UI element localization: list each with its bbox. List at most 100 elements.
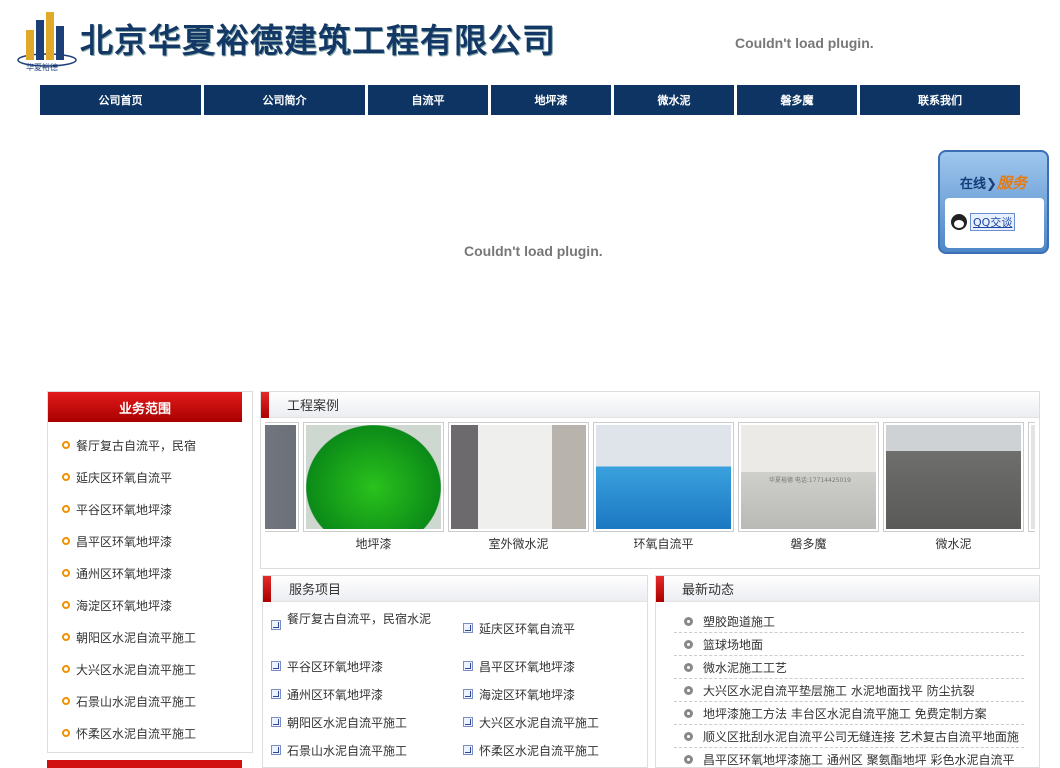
sidebar-item[interactable]: 延庆区环氧自流平 [62,461,252,493]
sidebar-item[interactable]: 海淀区环氧地坪漆 [62,589,252,621]
services-panel: 服务项目 餐厅复古自流平，民宿水泥 延庆区环氧自流平 平谷区环氧地坪漆 昌平区环… [262,575,648,768]
bullet-icon [62,697,70,705]
plugin-error-top: Couldn't load plugin. [735,35,874,51]
case-item[interactable]: 室外微水泥 [448,422,589,552]
service-item[interactable]: 石景山水泥自流平施工 [271,742,407,759]
bullet-icon [684,731,693,741]
bullet-icon [684,754,693,764]
case-caption: 环氧自流平 [633,537,694,551]
online-service-body: QQ交谈 [945,198,1044,248]
service-item[interactable]: 昌平区环氧地坪漆 [463,658,575,675]
plugin-error-banner: Couldn't load plugin. [464,243,603,259]
news-item[interactable]: 大兴区水泥自流平垫层施工 水泥地面找平 防尘抗裂 [674,679,1024,702]
bullet-icon [62,473,70,481]
nav-about[interactable]: 公司简介 [204,85,368,115]
sidebar-item[interactable]: 昌平区环氧地坪漆 [62,525,252,557]
case-image-watermark: 华夏裕德 电话:17714425019 [769,477,851,484]
arrow-icon [271,661,281,671]
logo-text: 华夏裕德 [26,63,58,72]
news-item[interactable]: 微水泥施工工艺 [674,656,1024,679]
case-image [593,422,734,532]
arrow-icon [463,623,473,633]
case-image [883,422,1024,532]
service-item[interactable]: 怀柔区水泥自流平施工 [463,742,599,759]
nav-micro-cement[interactable]: 微水泥 [614,85,737,115]
main-nav: 公司首页 公司简介 自流平 地坪漆 微水泥 磐多魔 联系我们 [40,85,1020,115]
nav-pandomo[interactable]: 磐多魔 [737,85,860,115]
company-name: 北京华夏裕德建筑工程有限公司 [80,21,556,60]
bullet-icon [62,729,70,737]
sidebar-item[interactable]: 平谷区环氧地坪漆 [62,493,252,525]
bullet-icon [62,665,70,673]
bullet-icon [62,633,70,641]
project-cases-panel: 工程案例 地坪漆 室外微水泥 环氧自流平 华夏裕德 电话:17714425019… [260,391,1040,569]
case-image [265,422,299,532]
bullet-icon [62,601,70,609]
sidebar-item[interactable]: 朝阳区水泥自流平施工 [62,621,252,653]
bullet-icon [62,505,70,513]
bullet-icon [684,662,693,672]
sidebar-list: 餐厅复古自流平，民宿 延庆区环氧自流平 平谷区环氧地坪漆 昌平区环氧地坪漆 通州… [48,422,252,749]
service-item[interactable]: 朝阳区水泥自流平施工 [271,714,407,731]
case-caption: 地坪漆 [355,537,392,551]
news-item[interactable]: 篮球场地面 [674,633,1024,656]
bullet-icon [684,616,693,626]
news-item[interactable]: 塑胶跑道施工 [674,610,1024,633]
bullet-icon [684,708,693,718]
sidebar-second-header [47,760,242,768]
latest-news-panel: 最新动态 塑胶跑道施工 篮球场地面 微水泥施工工艺 大兴区水泥自流平垫层施工 水… [655,575,1040,768]
case-item[interactable]: 环氧自流平 [593,422,734,552]
news-item[interactable]: 顺义区批刮水泥自流平公司无缝连接 艺术复古自流平地面施 [674,725,1024,748]
online-service-widget: 在线❯服务 QQ交谈 [938,150,1049,254]
bullet-icon [684,639,693,649]
sidebar-item[interactable]: 石景山水泥自流平施工 [62,685,252,717]
sidebar-item[interactable]: 通州区环氧地坪漆 [62,557,252,589]
nav-self-leveling[interactable]: 自流平 [368,85,491,115]
nav-contact[interactable]: 联系我们 [860,85,1020,115]
case-image [1028,422,1035,532]
nav-home[interactable]: 公司首页 [40,85,204,115]
sidebar-item[interactable]: 怀柔区水泥自流平施工 [62,717,252,749]
arrow-icon [271,689,281,699]
arrow-icon [271,717,281,727]
qq-chat-label: QQ交谈 [970,213,1016,231]
arrow-icon [271,620,281,630]
company-logo[interactable]: 华夏裕德 [16,10,78,74]
news-item[interactable]: 昌平区环氧地坪漆施工 通州区 聚氨酯地坪 彩色水泥自流平 [674,748,1024,768]
arrow-icon [463,661,473,671]
panel-title: 最新动态 [656,575,1039,602]
sidebar-item[interactable]: 餐厅复古自流平，民宿 [62,429,252,461]
qq-chat-button[interactable]: QQ交谈 [951,213,1016,231]
case-caption: 微水泥 [935,537,972,551]
service-item[interactable]: 大兴区水泥自流平施工 [463,714,599,731]
service-item[interactable]: 餐厅复古自流平，民宿水泥 [271,610,431,630]
case-item[interactable] [265,422,299,532]
case-image [448,422,589,532]
panel-title: 工程案例 [261,391,1039,418]
bullet-icon [684,685,693,695]
case-image [303,422,444,532]
case-item[interactable]: 微水泥 [883,422,1024,552]
qq-penguin-icon [951,214,967,230]
online-service-title: 在线❯服务 [960,174,1027,192]
service-item[interactable]: 通州区环氧地坪漆 [271,686,383,703]
bullet-icon [62,537,70,545]
service-item[interactable]: 延庆区环氧自流平 [463,620,575,637]
bullet-icon [62,569,70,577]
case-item[interactable]: 华夏裕德 电话:17714425019 磐多魔 [738,422,879,552]
arrow-icon [271,745,281,755]
case-image: 华夏裕德 电话:17714425019 [738,422,879,532]
service-item[interactable]: 海淀区环氧地坪漆 [463,686,575,703]
nav-floor-paint[interactable]: 地坪漆 [491,85,614,115]
case-item[interactable] [1028,422,1035,532]
case-caption: 磐多魔 [790,537,827,551]
arrow-icon [463,745,473,755]
arrow-icon [463,717,473,727]
service-item[interactable]: 平谷区环氧地坪漆 [271,658,383,675]
sidebar-title: 业务范围 [48,392,242,422]
arrow-icon [463,689,473,699]
case-item[interactable]: 地坪漆 [303,422,444,552]
case-carousel: 地坪漆 室外微水泥 环氧自流平 华夏裕德 电话:17714425019 磐多魔 … [265,422,1035,562]
sidebar-item[interactable]: 大兴区水泥自流平施工 [62,653,252,685]
news-item[interactable]: 地坪漆施工方法 丰台区水泥自流平施工 免费定制方案 [674,702,1024,725]
